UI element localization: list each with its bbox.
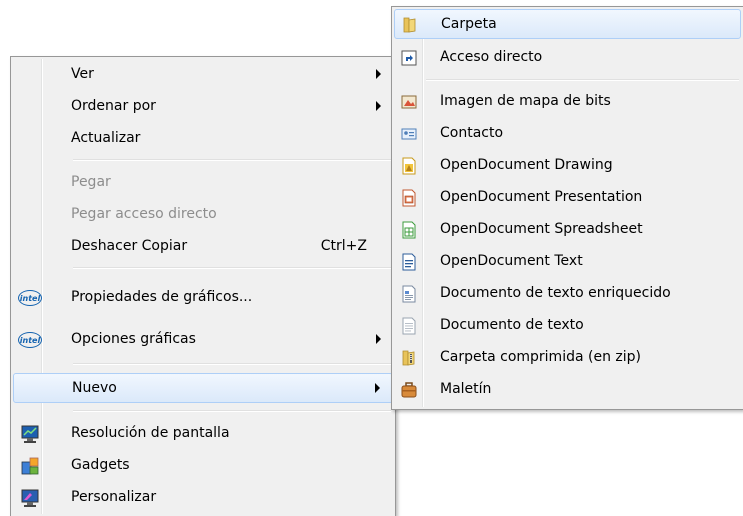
submenu-item-ods[interactable]: OpenDocument Spreadsheet: [394, 215, 741, 245]
menu-item-label: Actualizar: [71, 130, 141, 146]
shortcut-icon: [400, 49, 418, 67]
menu-item-resolucion-pantalla[interactable]: Resolución de pantalla: [13, 419, 393, 449]
intel-icon: intel: [18, 288, 42, 308]
menu-item-pegar-acceso-directo[interactable]: Pegar acceso directo: [13, 200, 393, 230]
menu-item-label: Deshacer Copiar: [71, 238, 188, 254]
ods-icon: [400, 221, 418, 239]
menu-separator: [73, 267, 391, 269]
submenu-item-odg[interactable]: OpenDocument Drawing: [394, 151, 741, 181]
menu-item-label: Maletín: [440, 381, 492, 397]
submenu-item-txt[interactable]: Documento de texto: [394, 311, 741, 341]
menu-item-label: Carpeta comprimida (en zip): [440, 349, 641, 365]
menu-item-label: OpenDocument Text: [440, 253, 583, 269]
menu-item-label: Contacto: [440, 125, 504, 141]
menu-item-label: Pegar acceso directo: [71, 206, 217, 222]
odp-icon: [400, 189, 418, 207]
menu-item-label: Documento de texto: [440, 317, 584, 333]
menu-item-shortcut: Ctrl+Z: [320, 238, 367, 254]
menu-item-label: OpenDocument Presentation: [440, 189, 643, 205]
submenu-item-bitmap[interactable]: Imagen de mapa de bits: [394, 87, 741, 117]
menu-item-label: Carpeta: [441, 16, 497, 32]
submenu-arrow-icon: [376, 69, 381, 79]
personalize-icon: [18, 488, 42, 508]
rtf-icon: [400, 285, 418, 303]
menu-item-actualizar[interactable]: Actualizar: [13, 124, 393, 154]
submenu-item-maletin[interactable]: Maletín: [394, 375, 741, 405]
menu-item-deshacer-copiar[interactable]: Deshacer Copiar Ctrl+Z: [13, 232, 393, 262]
menu-item-label: Opciones gráficas: [71, 331, 196, 347]
submenu-arrow-icon: [375, 383, 380, 393]
menu-separator: [73, 159, 391, 161]
menu-item-label: Acceso directo: [440, 49, 543, 65]
odg-icon: [400, 157, 418, 175]
submenu-item-acceso-directo[interactable]: Acceso directo: [394, 43, 741, 73]
menu-item-propiedades-graficos[interactable]: intel Propiedades de gráficos...: [13, 283, 393, 313]
gadgets-icon: [18, 456, 42, 476]
txt-icon: [400, 317, 418, 335]
submenu-item-odt[interactable]: OpenDocument Text: [394, 247, 741, 277]
menu-item-label: OpenDocument Spreadsheet: [440, 221, 643, 237]
submenu-item-carpeta[interactable]: Carpeta: [394, 9, 741, 39]
submenu-arrow-icon: [376, 101, 381, 111]
menu-item-personalizar[interactable]: Personalizar: [13, 483, 393, 513]
menu-item-nuevo[interactable]: Nuevo: [13, 373, 393, 403]
menu-separator: [426, 79, 739, 81]
menu-item-gadgets[interactable]: Gadgets: [13, 451, 393, 481]
bitmap-icon: [400, 93, 418, 111]
submenu-item-contacto[interactable]: Contacto: [394, 119, 741, 149]
submenu-item-zip[interactable]: Carpeta comprimida (en zip): [394, 343, 741, 373]
menu-item-ordenar-por[interactable]: Ordenar por: [13, 92, 393, 122]
nuevo-submenu: Carpeta Acceso directo Imagen de mapa de…: [391, 6, 743, 410]
menu-item-label: Personalizar: [71, 489, 157, 505]
menu-item-opciones-graficas[interactable]: intel Opciones gráficas: [13, 325, 393, 355]
menu-item-ver[interactable]: Ver: [13, 60, 393, 90]
zip-folder-icon: [400, 349, 418, 367]
menu-item-label: Imagen de mapa de bits: [440, 93, 611, 109]
menu-item-label: Resolución de pantalla: [71, 425, 230, 441]
submenu-item-odp[interactable]: OpenDocument Presentation: [394, 183, 741, 213]
intel-icon: intel: [18, 330, 42, 350]
menu-item-label: Gadgets: [71, 457, 130, 473]
odt-icon: [400, 253, 418, 271]
menu-item-pegar[interactable]: Pegar: [13, 168, 393, 198]
menu-separator: [73, 363, 391, 365]
folder-icon: [401, 16, 419, 34]
monitor-icon: [18, 424, 42, 444]
submenu-arrow-icon: [376, 334, 381, 344]
menu-item-label: Nuevo: [72, 380, 117, 396]
menu-item-label: Documento de texto enriquecido: [440, 285, 671, 301]
menu-item-label: Propiedades de gráficos...: [71, 289, 253, 305]
contact-icon: [400, 125, 418, 143]
menu-item-label: OpenDocument Drawing: [440, 157, 613, 173]
desktop-context-menu: Ver Ordenar por Actualizar Pegar Pegar a…: [10, 56, 396, 516]
menu-item-label: Pegar: [71, 174, 111, 190]
briefcase-icon: [400, 381, 418, 399]
menu-separator: [73, 410, 391, 412]
submenu-item-rtf[interactable]: Documento de texto enriquecido: [394, 279, 741, 309]
menu-item-label: Ordenar por: [71, 98, 156, 114]
menu-item-label: Ver: [71, 66, 94, 82]
